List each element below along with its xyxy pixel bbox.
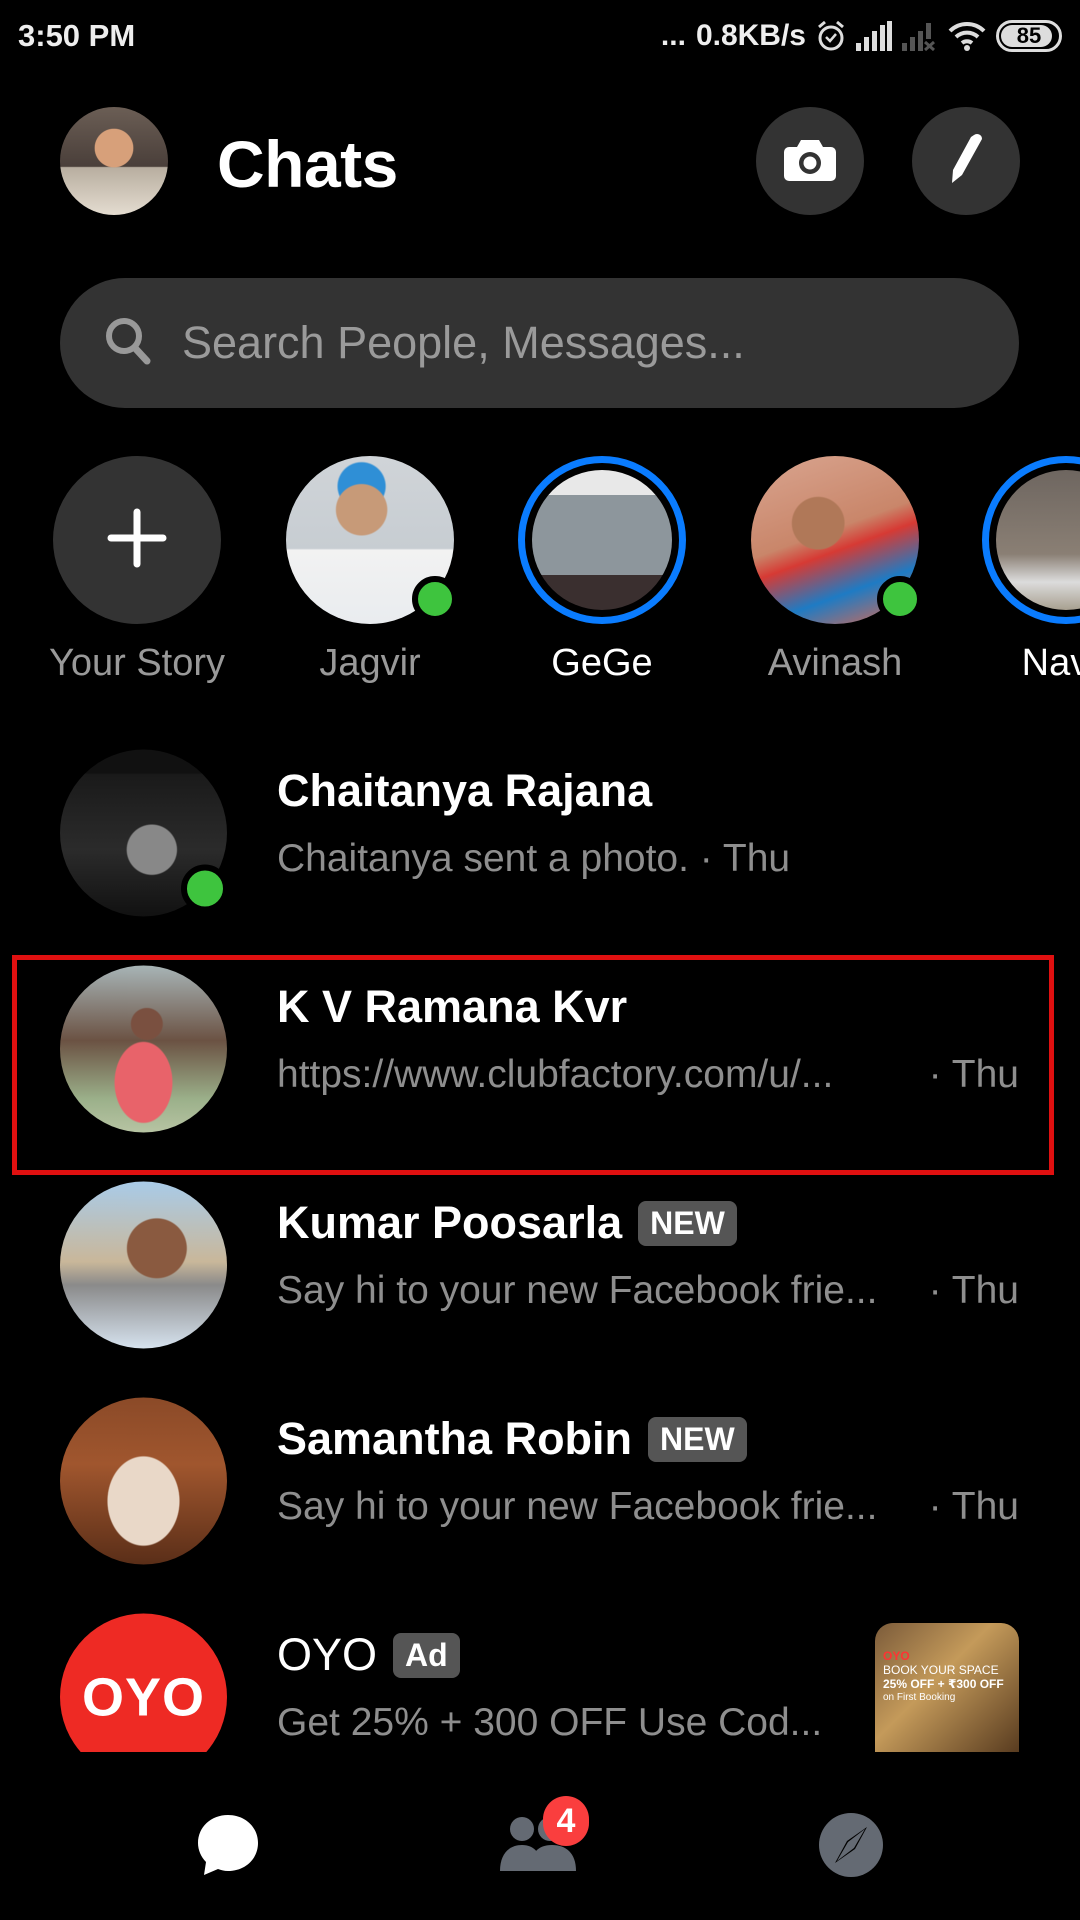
camera-icon [783, 136, 837, 187]
chat-name: Samantha Robin NEW [277, 1413, 747, 1465]
chat-name-text: OYO [277, 1629, 378, 1680]
chat-time: · Thu [928, 1485, 1019, 1528]
ad-brand: OYO [883, 1649, 910, 1663]
online-indicator [412, 576, 458, 622]
story-jagvir[interactable]: Jagvir [270, 456, 470, 685]
new-badge: NEW [638, 1200, 737, 1246]
nav-discover[interactable] [806, 1802, 896, 1892]
chat-name: K V Ramana Kvr [277, 981, 627, 1033]
page-title: Chats [217, 127, 398, 201]
oyo-logo-text: OYO [81, 1667, 206, 1727]
profile-avatar[interactable] [60, 107, 168, 215]
status-time: 3:50 PM [18, 18, 136, 53]
story-label: Avinash [767, 642, 903, 684]
chat-avatar [60, 965, 227, 1133]
signal-icon [856, 21, 892, 51]
ad-headline: BOOK YOUR SPACE [883, 1663, 999, 1677]
ad-offer-note: on First Booking [883, 1692, 956, 1703]
alarm-icon [816, 19, 846, 53]
story-avatar [532, 470, 672, 610]
online-indicator [181, 864, 229, 913]
story-ring-unseen [518, 456, 686, 624]
chat-snippet: Get 25% + 300 OFF Use Cod... [277, 1701, 823, 1744]
chat-name-text: K V Ramana Kvr [277, 981, 628, 1032]
chat-name-text: Samantha Robin [277, 1413, 633, 1464]
chat-name: Chaitanya Rajana [277, 765, 652, 817]
online-indicator [877, 576, 923, 622]
status-icons: ... 0.8KB/s 85 [661, 14, 1062, 58]
search-bar[interactable] [60, 278, 1019, 408]
ad-thumbnail[interactable]: OYO BOOK YOUR SPACE 25% OFF + ₹300 OFF o… [875, 1623, 1019, 1752]
story-ring [286, 456, 458, 624]
new-badge: NEW [648, 1416, 747, 1462]
ad-offer: 25% OFF + ₹300 OFF [883, 1677, 1004, 1691]
chat-row-k-v-ramana-kvr[interactable]: K V Ramana Kvr https://www.clubfactory.c… [0, 941, 1080, 1157]
chat-name-text: Kumar Poosarla [277, 1197, 623, 1248]
story-label: Your Story [48, 642, 226, 684]
story-avinash[interactable]: Avinash [735, 456, 935, 685]
search-input[interactable] [180, 316, 944, 370]
nav-people[interactable]: 4 [495, 1796, 589, 1892]
chat-name: OYO Ad [277, 1629, 460, 1681]
compose-button[interactable] [912, 107, 1020, 215]
story-label: Jagvir [319, 642, 421, 684]
signal-no-sim-icon [902, 21, 938, 51]
compose-pencil-icon [946, 133, 986, 190]
chat-snippet: Say hi to your new Facebook frie... [277, 1269, 878, 1312]
bottom-nav: 4 [0, 1752, 1080, 1920]
story-gege[interactable]: GeGe [502, 456, 702, 685]
chat-time: · Thu [928, 1269, 1019, 1312]
battery-level: 85 [1016, 23, 1042, 48]
chat-name-text: Chaitanya Rajana [277, 765, 653, 816]
nav-chats[interactable] [183, 1802, 273, 1892]
chat-avatar [60, 1181, 227, 1349]
story-ring [751, 456, 923, 624]
battery-icon: 85 [996, 20, 1062, 52]
camera-button[interactable] [756, 107, 864, 215]
chat-name: Kumar Poosarla NEW [277, 1197, 737, 1249]
story-ring [53, 456, 221, 624]
story-ring-unseen [982, 456, 1080, 624]
network-speed: 0.8KB/s [695, 19, 806, 52]
chat-row-chaitanya-rajana[interactable]: Chaitanya Rajana Chaitanya sent a photo.… [0, 725, 1080, 941]
chats-icon [194, 1811, 262, 1884]
ad-badge: Ad [393, 1632, 460, 1678]
chat-snippet: https://www.clubfactory.com/u/... [277, 1053, 834, 1096]
add-story-button[interactable] [53, 456, 221, 624]
chat-snippet: Say hi to your new Facebook frie... [277, 1485, 878, 1528]
chat-avatar [60, 1397, 227, 1565]
story-label: GeGe [551, 642, 653, 684]
chat-time: · Thu [928, 1053, 1019, 1096]
story-your-story[interactable]: Your Story [37, 456, 237, 685]
story-label: Nave [1021, 642, 1080, 684]
chat-row-samantha-robin[interactable]: Samantha Robin NEW Say hi to your new Fa… [0, 1373, 1080, 1589]
more-notifications-dots: ... [660, 19, 686, 52]
chat-row-oyo-ad[interactable]: OYO OYO Ad Get 25% + 300 OFF Use Cod... … [0, 1589, 1080, 1752]
people-badge: 4 [543, 1796, 589, 1846]
plus-icon [107, 508, 167, 573]
oyo-logo: OYO [60, 1613, 227, 1752]
wifi-icon [948, 20, 986, 52]
chat-row-kumar-poosarla[interactable]: Kumar Poosarla NEW Say hi to your new Fa… [0, 1157, 1080, 1373]
chat-avatar [60, 749, 229, 917]
ad-thumbnail-text: OYO BOOK YOUR SPACE 25% OFF + ₹300 OFF o… [883, 1649, 1004, 1705]
story-avatar [996, 470, 1080, 610]
discover-compass-icon [817, 1811, 885, 1884]
story-nave[interactable]: Nave [966, 456, 1080, 685]
search-icon [104, 316, 152, 371]
chat-snippet: Chaitanya sent a photo. · Thu [277, 837, 791, 880]
chat-list[interactable]: Chaitanya Rajana Chaitanya sent a photo.… [0, 725, 1080, 1752]
